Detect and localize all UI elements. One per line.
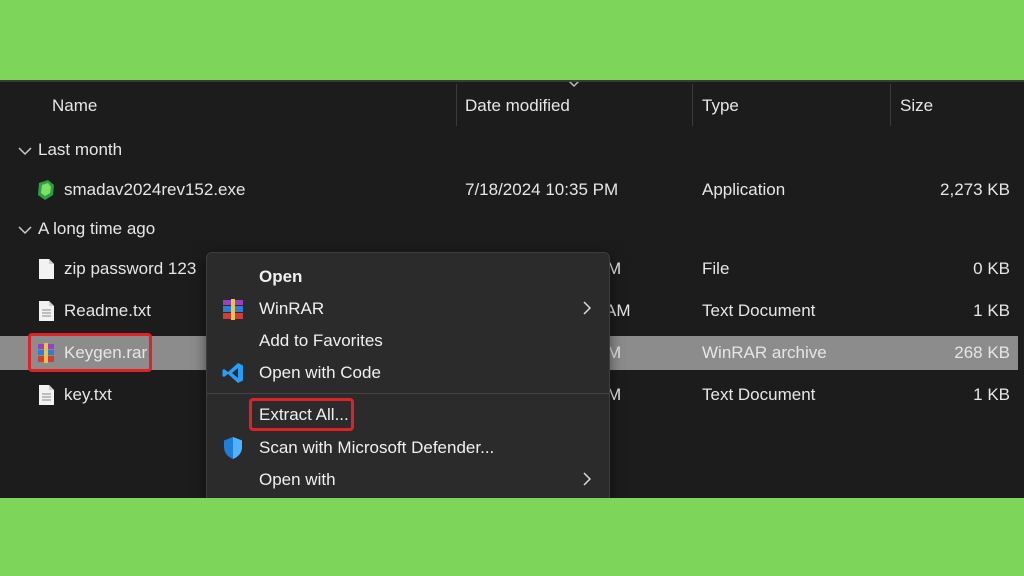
file-type: WinRAR archive [702,343,827,362]
column-header-name[interactable]: Name [52,96,97,116]
text-document-icon [39,301,54,321]
file-type: Application [702,180,786,199]
file-name: smadav2024rev152.exe [64,180,246,199]
group-header-last-month[interactable]: Last month [18,140,122,160]
menu-item-label: Open [259,267,303,286]
menu-item-open[interactable]: Open [207,261,609,293]
file-size: 1 KB [973,301,1010,320]
chevron-right-icon [583,472,591,486]
column-header-type[interactable]: Type [702,96,739,116]
column-separator[interactable] [692,84,693,126]
text-document-icon [39,385,54,405]
column-header-bar: Name Date modified Type Size [0,82,1024,128]
menu-item-label: WinRAR [259,299,325,318]
menu-item-scan-defender[interactable]: Scan with Microsoft Defender... [207,432,609,464]
file-name: key.txt [64,385,112,404]
menu-item-add-to-favorites[interactable]: Add to Favorites [207,325,609,357]
column-separator[interactable] [456,84,457,126]
column-header-date-modified[interactable]: Date modified [465,96,570,116]
group-label: Last month [38,140,123,159]
column-header-size[interactable]: Size [900,96,933,116]
winrar-icon [223,299,243,320]
file-size: 2,273 KB [940,180,1010,199]
file-icon [39,259,54,279]
file-size: 268 KB [954,343,1010,362]
sort-chevron-icon [568,82,580,88]
file-row[interactable]: smadav2024rev152.exe 7/18/2024 10:35 PM … [0,173,1018,207]
group-header-long-time-ago[interactable]: A long time ago [18,219,155,239]
file-size: 0 KB [973,259,1010,278]
file-explorer-window: Name Date modified Type Size Last month … [0,80,1024,498]
chevron-down-icon [18,225,32,234]
file-date: 7/18/2024 10:35 PM [465,180,619,199]
menu-item-open-with[interactable]: Open with [207,464,609,496]
highlight-box-keygen [28,333,152,372]
menu-item-label: Open with Code [259,363,381,382]
menu-item-label: Scan with Microsoft Defender... [259,438,495,457]
file-name: Readme.txt [64,301,151,320]
menu-item-label: Open with [259,470,336,489]
file-type: Text Document [702,385,816,404]
defender-shield-icon [224,437,242,459]
file-size: 1 KB [973,385,1010,404]
menu-item-open-with-code[interactable]: Open with Code [207,357,609,389]
chevron-right-icon [583,301,591,315]
column-separator[interactable] [890,84,891,126]
menu-item-label: Add to Favorites [259,331,383,350]
chevron-down-icon [18,146,32,155]
file-name: zip password 123 [64,259,197,278]
group-label: A long time ago [38,219,156,238]
menu-item-winrar[interactable]: WinRAR [207,293,609,325]
highlight-box-extract-all [249,398,354,431]
vscode-icon [222,363,243,383]
smadav-app-icon [38,180,54,200]
menu-separator [207,393,609,394]
file-type: File [702,259,730,278]
file-type: Text Document [702,301,816,320]
context-menu: Open WinRAR Add to Favorites Open with C… [206,252,610,498]
